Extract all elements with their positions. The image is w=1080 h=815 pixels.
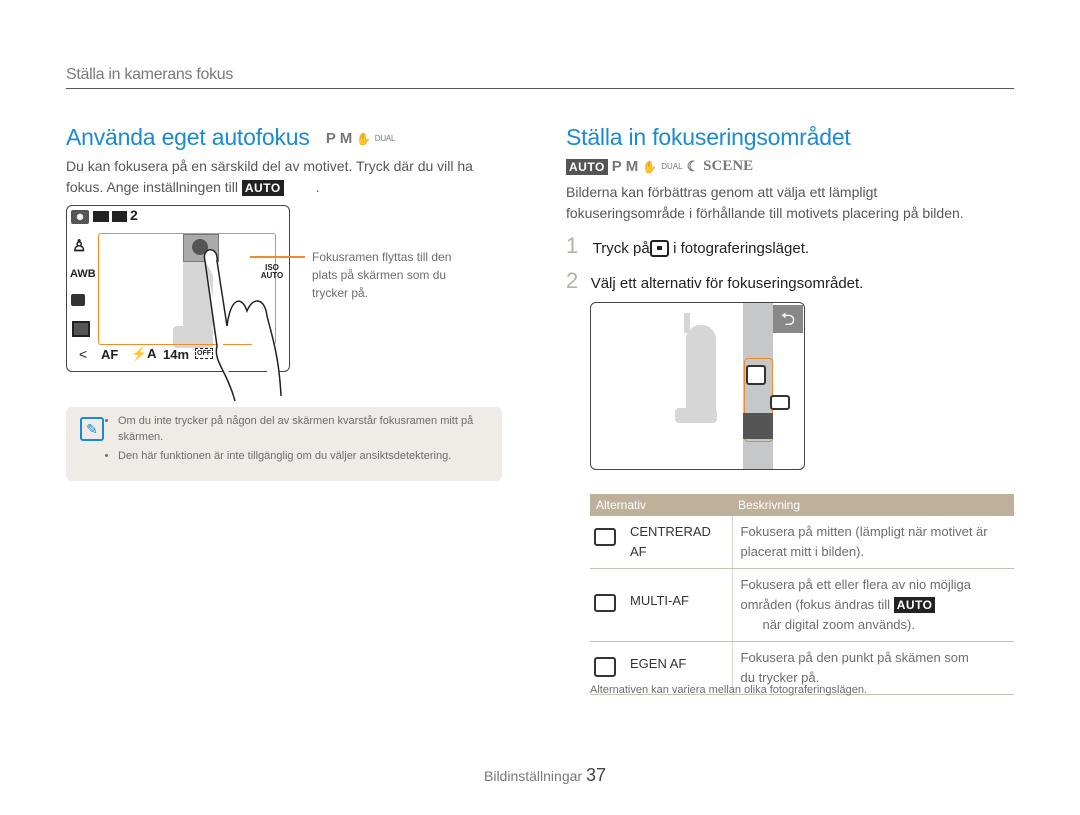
table-row: CENTRERAD AF Fokusera på mitten (lämplig…	[590, 516, 1014, 569]
mode-p-icon: P	[325, 130, 336, 148]
step-number: 2	[566, 268, 579, 293]
right-mode-icons: AUTO P M ✋ DUAL ☾ SCENE	[566, 158, 753, 175]
description-line: Fokusera på mitten (lämpligt när motivet…	[740, 524, 988, 539]
left-intro: Du kan fokusera på en särskild del av mo…	[66, 156, 516, 198]
option-name: EGEN AF	[630, 656, 687, 671]
description-line: när digital zoom används).	[762, 617, 915, 632]
person-raised-arm	[684, 313, 690, 333]
callout-line	[250, 256, 305, 258]
description-text: områden (fokus ändras till	[740, 597, 891, 612]
person-legs	[675, 408, 717, 423]
header-divider	[66, 88, 1014, 89]
left-mode-icons: P M ✋ DUAL	[325, 130, 396, 148]
description-line: placerat mitt i bilden).	[740, 544, 865, 559]
note-list: Om du inte trycker på någon del av skärm…	[106, 413, 508, 467]
step-1-text-before: Tryck på	[592, 240, 650, 257]
right-section-title: Ställa in fokuseringsområdet	[566, 124, 851, 150]
metering-icon	[72, 321, 90, 337]
note-pencil-icon: ✎	[80, 417, 104, 441]
description-line: Fokusera på ett eller flera av nio möjli…	[740, 577, 972, 592]
multi-af-option-icon[interactable]	[770, 394, 791, 410]
image-size-icon: 14m	[163, 347, 190, 362]
left-intro-end: .	[315, 179, 320, 195]
right-intro: Bilderna kan förbättras genom att välja …	[566, 182, 1016, 224]
callout-text: Fokusramen flyttas till den plats på skä…	[312, 248, 482, 302]
step-1-text-after: i fotograferingsläget.	[673, 240, 810, 257]
step-2-text: Välj ett alternativ för fokuseringsområd…	[590, 275, 864, 292]
touch-af-icon	[594, 657, 616, 677]
option-cell: MULTI-AF	[590, 568, 732, 642]
hand-icon: ✋	[356, 131, 371, 146]
note-item: Om du inte trycker på någon del av skärm…	[118, 413, 508, 445]
af-icon: AF	[101, 347, 119, 362]
right-intro-line2: fokuseringsområde i förhållande till mot…	[566, 205, 964, 221]
auto-mode-badge: AUTO	[566, 158, 608, 175]
step-number: 1	[566, 233, 579, 258]
scene-mode-icon: SCENE	[703, 158, 754, 174]
camera-screen-illustration: ◉ 2 ♙ AWB ISO AUTO < AF ⚡A 14m OFF	[66, 205, 290, 402]
table-header-option: Alternativ	[590, 494, 732, 516]
right-intro-line1: Bilderna kan förbättras genom att välja …	[566, 184, 878, 200]
option-name: CENTRERAD	[630, 524, 711, 539]
page-footer: Bildinställningar 37	[484, 765, 606, 786]
night-icon: ☾	[686, 158, 700, 174]
table-header-description: Beskrivning	[732, 494, 1014, 516]
footer-chapter: Bildinställningar	[484, 768, 583, 784]
macro-icon: ♙	[72, 238, 87, 255]
mode-m-icon: M	[625, 158, 639, 175]
table-row: MULTI-AF Fokusera på ett eller flera av …	[590, 568, 1014, 642]
mode-p-icon: P	[611, 158, 622, 175]
awb-icon: AWB	[70, 268, 96, 280]
description-line: Fokusera på den punkt på skämen som	[740, 650, 969, 665]
auto-mode-badge: AUTO	[241, 180, 284, 196]
section-header: Ställa in kamerans fokus	[66, 66, 234, 83]
callout-line-3: trycker på.	[312, 286, 369, 300]
focus-area-button-icon	[649, 240, 669, 258]
callout-line-2: plats på skärmen som du	[312, 268, 447, 282]
shot-count: 2	[130, 207, 138, 223]
focus-area-screen: ⮌	[590, 302, 805, 470]
focus-options-table: Alternativ Beskrivning CENTRERAD AF Foku…	[590, 494, 1014, 695]
description-line: områden (fokus ändras till AUTO	[741, 595, 1011, 615]
dual-mode-icon: DUAL	[661, 162, 683, 171]
hand-icon: ✋	[642, 159, 658, 174]
finger-illustration	[203, 249, 282, 402]
table-note: Alternativen kan variera mellan olika fo…	[590, 684, 867, 696]
left-intro-line2-text: fokus. Ange inställningen till	[66, 179, 238, 195]
back-arrow-icon: <	[79, 346, 88, 362]
callout-line-1: Fokusramen flyttas till den	[312, 250, 452, 264]
camera-mode-icon: ◉	[71, 210, 89, 224]
option-name-line2: AF	[630, 544, 647, 559]
ois-icon	[71, 294, 85, 306]
person-silhouette	[686, 325, 716, 413]
page-number: 37	[585, 765, 606, 785]
back-button[interactable]: ⮌	[773, 305, 803, 333]
description-cell: Fokusera på ett eller flera av nio möjli…	[731, 568, 1014, 642]
multi-af-icon	[594, 594, 616, 612]
note-box: ✎ Om du inte trycker på någon del av skä…	[66, 407, 502, 481]
left-intro-line1: Du kan fokusera på en särskild del av mo…	[66, 158, 473, 174]
auto-mode-badge: AUTO	[893, 597, 936, 613]
note-item: Den här funktionen är inte tillgänglig o…	[118, 448, 508, 464]
center-af-option-icon[interactable]	[794, 420, 804, 436]
left-title-text: Använda eget autofokus	[66, 124, 310, 150]
mode-m-icon: M	[339, 130, 353, 148]
touch-af-option-icon[interactable]	[746, 365, 766, 385]
step-2: 2 Välj ett alternativ för fokuseringsomr…	[566, 268, 863, 294]
center-af-icon	[594, 528, 616, 546]
battery-icon	[93, 211, 109, 222]
dual-mode-icon: DUAL	[374, 134, 396, 144]
option-name: MULTI-AF	[630, 593, 689, 608]
storage-icon	[112, 211, 127, 222]
step-1: 1 Tryck på i fotograferingsläget.	[566, 233, 809, 259]
selected-option-bg	[743, 413, 773, 439]
description-cell: Fokusera på mitten (lämpligt när motivet…	[731, 516, 1014, 569]
left-intro-line2: fokus. Ange inställningen till AUTO .	[66, 177, 516, 198]
flash-icon: ⚡A	[131, 346, 157, 361]
option-cell: CENTRERAD AF	[590, 516, 732, 569]
left-section-title: Använda eget autofokus P M ✋ DUAL	[66, 124, 395, 151]
